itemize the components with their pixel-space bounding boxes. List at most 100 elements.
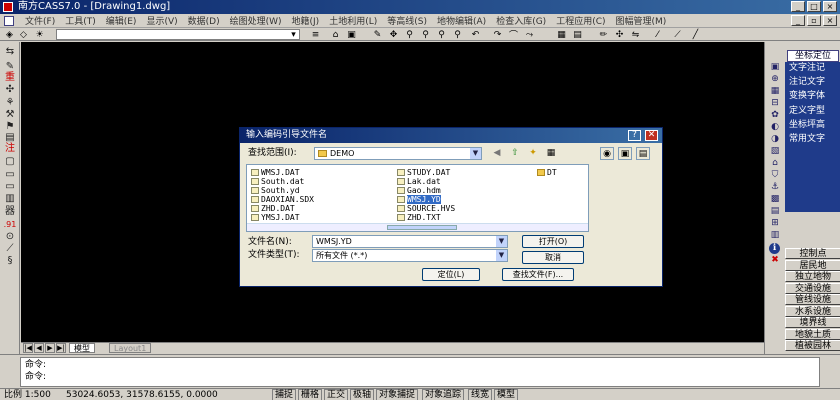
close-icon[interactable]: ✖ (768, 255, 782, 266)
left-tool-17-icon[interactable]: ⟋ (3, 243, 17, 255)
view-menu-icon[interactable]: ▦ (544, 147, 558, 160)
thumbnail-icon[interactable]: ▣ (618, 147, 632, 160)
close-button[interactable]: × (823, 1, 837, 12)
chevron-down-icon[interactable]: ▼ (496, 250, 507, 261)
file-item[interactable]: South.dat (251, 177, 304, 186)
scroll-thumb[interactable] (387, 225, 457, 230)
hatch-icon[interactable]: ⤳ (524, 29, 535, 40)
menu-cadastre[interactable]: 地籍(J) (287, 14, 325, 27)
right-tool-5-icon[interactable]: ✿ (768, 110, 782, 121)
doc-close-button[interactable]: × (823, 15, 837, 26)
next-tab-button[interactable]: ▶ (45, 343, 55, 353)
file-item[interactable]: WMSJ.DAT (251, 168, 300, 177)
table-icon[interactable]: ▤ (572, 29, 583, 40)
btn-water-system[interactable]: 水系设施 (785, 306, 840, 317)
layers-icon[interactable]: ◈ (4, 29, 15, 40)
tab-layout1[interactable]: Layout1 (109, 343, 152, 353)
left-tool-18-icon[interactable]: § (3, 255, 17, 267)
right-tool-2-icon[interactable]: ⊕ (768, 74, 782, 85)
menu-contour[interactable]: 等高线(S) (382, 14, 432, 27)
file-item[interactable]: YMSJ.DAT (251, 213, 300, 222)
move-icon[interactable]: ✣ (614, 29, 625, 40)
toggle-lineweight[interactable]: 线宽 (468, 389, 493, 400)
right-tool-8-icon[interactable]: ▧ (768, 146, 782, 157)
btn-residential[interactable]: 居民地 (785, 260, 840, 271)
file-item[interactable]: Gao.hdm (397, 186, 441, 195)
layer-state-icon[interactable]: ◇ (18, 29, 29, 40)
file-item-selected[interactable]: WMSJ.YD (397, 195, 441, 204)
toggle-polar[interactable]: 极轴 (350, 389, 375, 400)
right-tool-15-icon[interactable]: ▥ (768, 230, 782, 241)
preview-icon[interactable]: ◉ (600, 147, 614, 160)
details-icon[interactable]: ▤ (636, 147, 650, 160)
command-history[interactable]: 命令: 命令: (20, 357, 820, 387)
btn-landform[interactable]: 地貌土质 (785, 329, 840, 340)
find-file-button[interactable]: 查找文件(F)... (502, 268, 574, 281)
right-tool-7-icon[interactable]: ◑ (768, 134, 782, 145)
file-item[interactable]: Lak.dat (397, 177, 441, 186)
file-list-scrollbar[interactable] (247, 223, 588, 231)
dialog-close-button[interactable]: ✕ (645, 130, 658, 141)
back-icon[interactable]: ◀ (490, 147, 504, 160)
right-tool-13-icon[interactable]: ▤ (768, 206, 782, 217)
toggle-snap[interactable]: 捕捉 (272, 389, 297, 400)
file-list[interactable]: WMSJ.DAT South.dat South.yd DAOXIAN.SDX … (246, 164, 589, 232)
toggle-osnap[interactable]: 对象捕捉 (376, 389, 419, 400)
btn-independent-feature[interactable]: 独立地物 (785, 271, 840, 282)
mirror-icon[interactable]: ⇋ (630, 29, 641, 40)
trim-icon[interactable]: ⁄ (652, 29, 663, 40)
undo-icon[interactable]: ↶ (470, 29, 481, 40)
left-tool-9-icon[interactable]: 注 (3, 143, 17, 155)
zoom-previous-icon[interactable]: ⚲ (436, 29, 447, 40)
right-tool-11-icon[interactable]: ⚓ (768, 182, 782, 193)
panel-item-text-annotation[interactable]: 文字注记 (789, 62, 839, 75)
left-tool-3-icon[interactable]: 重 (3, 72, 17, 84)
file-item[interactable]: ZHD.TXT (397, 213, 441, 222)
left-tool-4-icon[interactable]: ✣ (3, 84, 17, 96)
maximize-button[interactable]: □ (807, 1, 821, 12)
left-tool-5-icon[interactable]: ⚘ (3, 97, 17, 109)
menu-data[interactable]: 数据(D) (183, 14, 225, 27)
doc-minimize-button[interactable]: _ (791, 15, 805, 26)
panel-item-annotate-text[interactable]: 注记文字 (789, 76, 839, 89)
btn-vegetation[interactable]: 植被园林 (785, 340, 840, 351)
left-tool-13-icon[interactable]: ▥ (3, 193, 17, 205)
lookin-dropdown[interactable]: DEMO ▼ (314, 147, 482, 160)
pan-icon[interactable]: ✥ (388, 29, 399, 40)
btn-pipeline[interactable]: 管线设施 (785, 294, 840, 305)
right-tool-6-icon[interactable]: ◐ (768, 122, 782, 133)
left-tool-15-icon[interactable]: .91 (3, 219, 17, 231)
locate-button[interactable]: 定位(L) (422, 268, 480, 281)
panel-item-common-text[interactable]: 常用文字 (789, 133, 839, 146)
right-tool-1-icon[interactable]: ▣ (768, 62, 782, 73)
doc-restore-button[interactable]: ▫ (807, 15, 821, 26)
chevron-down-icon[interactable]: ▼ (496, 236, 507, 247)
bulb-icon[interactable]: ☀ (34, 29, 45, 40)
panel-item-define-style[interactable]: 定义字型 (789, 105, 839, 118)
btn-transport[interactable]: 交通设施 (785, 283, 840, 294)
menu-drawing[interactable]: 绘图处理(W) (225, 14, 287, 27)
up-folder-icon[interactable]: ⇧ (508, 147, 522, 160)
palette-title[interactable]: 坐标定位 (787, 50, 839, 62)
open-button[interactable]: 打开(O) (522, 235, 584, 248)
menu-edit[interactable]: 编辑(E) (101, 14, 142, 27)
zoom-window-icon[interactable]: ⚲ (420, 29, 431, 40)
chevron-down-icon[interactable]: ▾ (288, 29, 299, 40)
open-icon[interactable]: ⌂ (330, 29, 341, 40)
first-tab-button[interactable]: |◀ (23, 343, 33, 353)
right-tool-9-icon[interactable]: ⌂ (768, 158, 782, 169)
right-tool-14-icon[interactable]: ⊞ (768, 218, 782, 229)
left-tool-1-icon[interactable]: ⇆ (3, 46, 17, 58)
filetype-dropdown[interactable]: 所有文件 (*.*) ▼ (312, 249, 508, 262)
prev-tab-button[interactable]: ◀ (34, 343, 44, 353)
extend-icon[interactable]: ⟋ (672, 29, 683, 40)
right-tool-10-icon[interactable]: ⛉ (768, 170, 782, 181)
btn-control-points[interactable]: 控制点 (785, 248, 840, 259)
toggle-otrack[interactable]: 对象追踪 (422, 389, 465, 400)
lineweight-icon[interactable]: ≡ (310, 29, 321, 40)
file-item[interactable]: ZHD.DAT (251, 204, 295, 213)
cancel-button[interactable]: 取消 (522, 251, 584, 264)
zoom-extents-icon[interactable]: ⚲ (452, 29, 463, 40)
right-tool-12-icon[interactable]: ▩ (768, 194, 782, 205)
arc-icon[interactable]: ⌒ (508, 29, 519, 41)
